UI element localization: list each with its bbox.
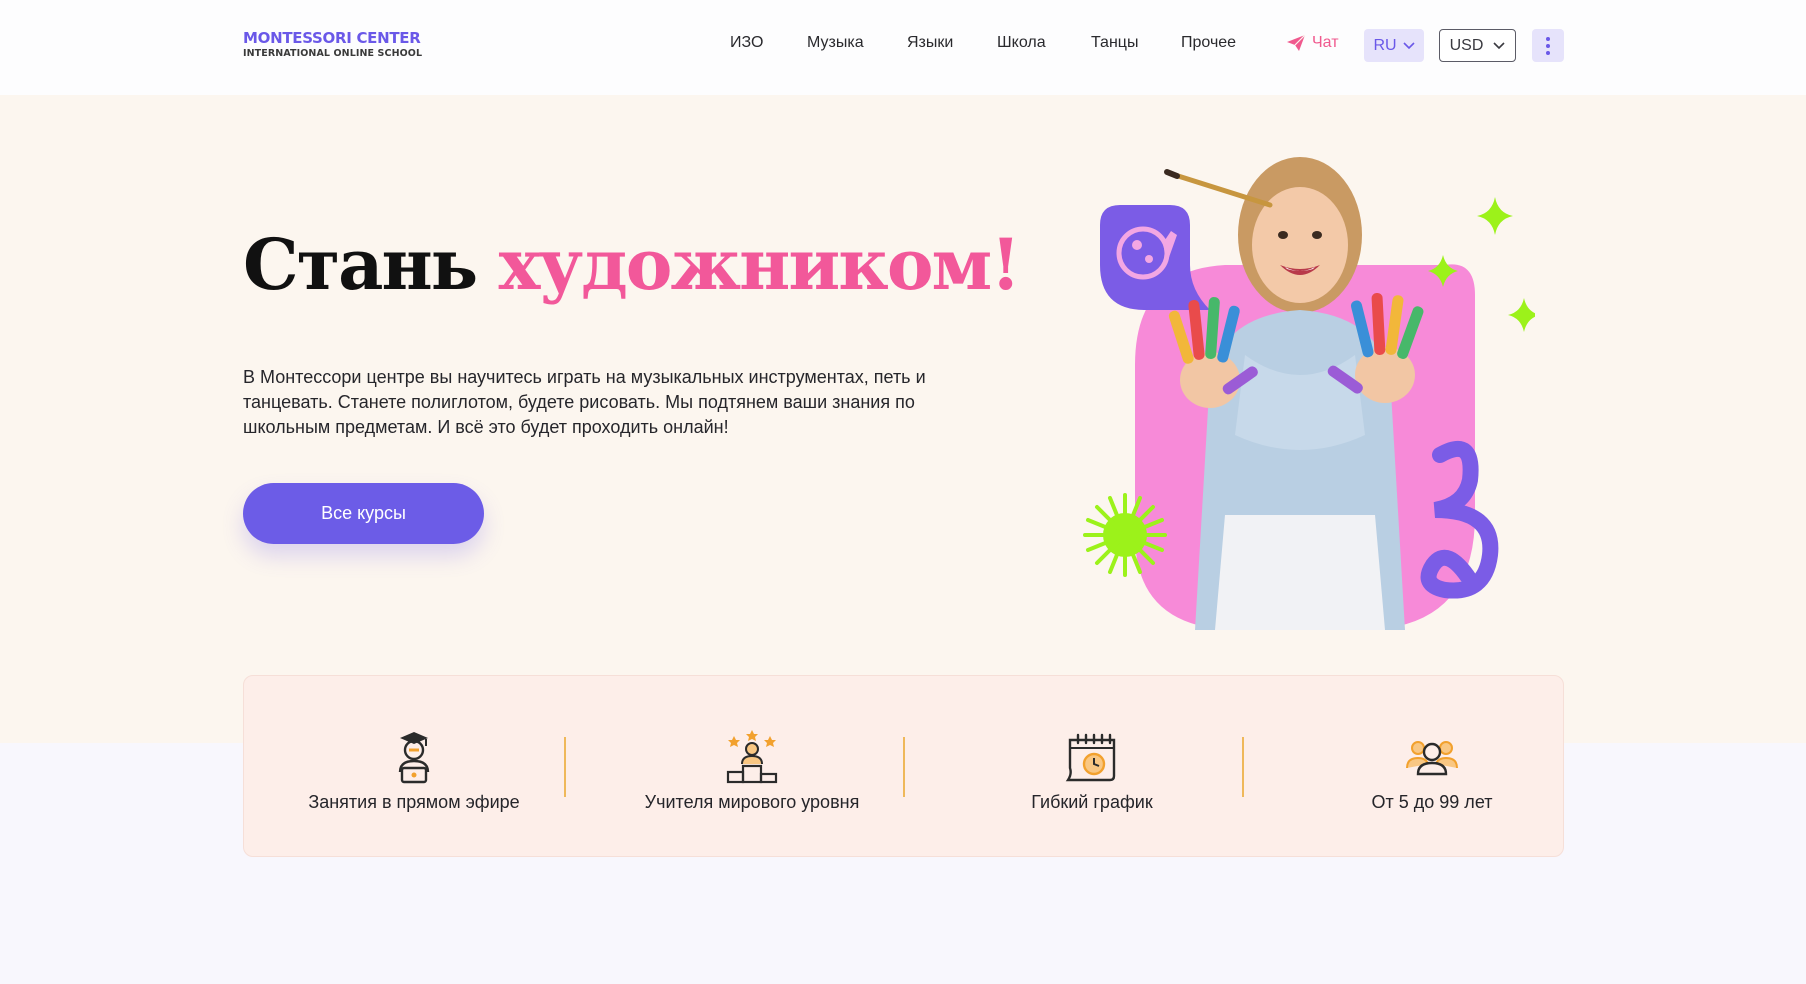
dot — [1546, 43, 1550, 48]
language-select[interactable]: RU — [1364, 29, 1424, 62]
language-value: RU — [1373, 36, 1397, 54]
podium-stars-icon — [726, 730, 778, 784]
feature-item: Занятия в прямом эфире — [244, 676, 584, 858]
feature-label: От 5 до 99 лет — [1371, 792, 1493, 812]
features-panel: Занятия в прямом эфире Учителя мирового … — [243, 675, 1564, 857]
paper-plane-icon — [1287, 34, 1306, 51]
chat-link[interactable]: Чат — [1286, 34, 1339, 52]
graduate-laptop-icon — [398, 732, 430, 784]
more-menu-button[interactable] — [1532, 29, 1564, 62]
nav-item-languages[interactable]: Языки — [907, 34, 953, 52]
site-header: MONTESSORI CENTER INTERNATIONAL ONLINE S… — [0, 0, 1806, 95]
divider — [564, 737, 566, 797]
hero-description: В Монтессори центре вы научитесь играть … — [243, 367, 926, 437]
hero-title-part1: Стань — [243, 223, 499, 306]
palette-bubble-icon — [1100, 205, 1210, 310]
feature-item: Учителя мирового уровня — [582, 676, 922, 858]
feature-label: Гибкий график — [1031, 792, 1153, 812]
hero-title: Стань художником! — [243, 230, 1021, 300]
calendar-clock-icon — [1065, 733, 1116, 782]
feature-label: Занятия в прямом эфире — [308, 792, 520, 812]
chevron-down-icon — [1493, 41, 1505, 49]
chevron-down-icon — [1402, 41, 1415, 49]
hero-title-accent: художником! — [498, 223, 1021, 306]
dot — [1546, 50, 1550, 55]
currency-select[interactable]: USD — [1439, 29, 1516, 62]
feature-item: От 5 до 99 лет — [1262, 676, 1602, 858]
divider — [903, 737, 905, 797]
sparkle-shape — [1508, 298, 1535, 332]
nav-item-music[interactable]: Музыка — [807, 34, 864, 52]
hero-illustration — [1083, 157, 1535, 630]
sparkle-shape — [1477, 197, 1513, 235]
nav-item-izo[interactable]: ИЗО — [730, 34, 763, 52]
people-group-icon — [1406, 741, 1458, 776]
currency-value: USD — [1449, 36, 1484, 54]
nav-item-school[interactable]: Школа — [997, 34, 1046, 52]
feature-label: Учителя мирового уровня — [644, 792, 860, 812]
child-photo — [1164, 157, 1424, 630]
dot — [1546, 36, 1550, 41]
all-courses-button[interactable]: Все курсы — [243, 483, 484, 544]
nav-item-other[interactable]: Прочее — [1181, 34, 1236, 52]
feature-item: Гибкий график — [922, 676, 1262, 858]
nav-item-dance[interactable]: Танцы — [1091, 34, 1138, 52]
lime-burst-shape — [1083, 493, 1167, 577]
divider — [1242, 737, 1244, 797]
chat-label: Чат — [1312, 34, 1339, 51]
